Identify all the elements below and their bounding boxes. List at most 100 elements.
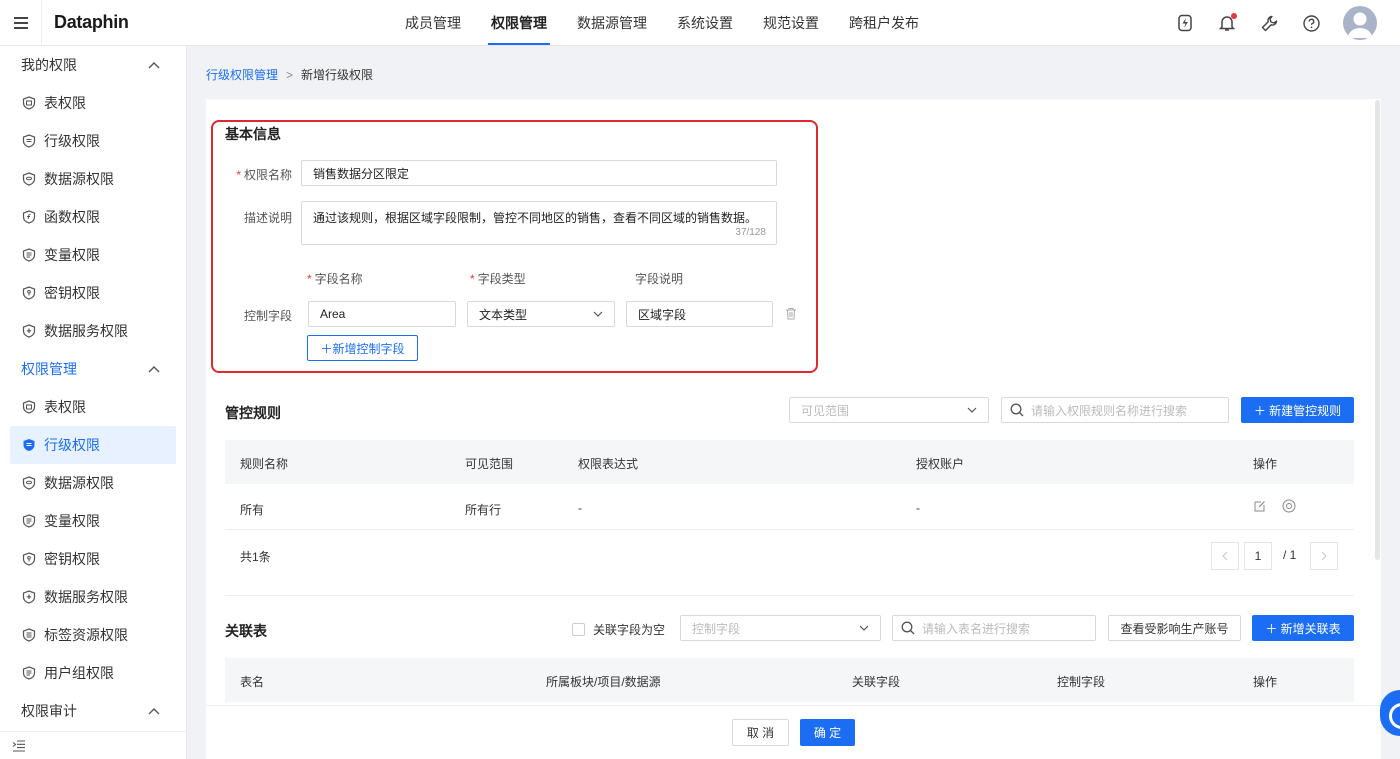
disable-icon[interactable] (1282, 499, 1296, 516)
nav-system-settings[interactable]: 系统设置 (662, 0, 748, 46)
sidebar-item-dataservice-permission[interactable]: 数据服务权限 (10, 578, 176, 616)
shield-icon (22, 248, 36, 262)
lightning-icon[interactable] (1175, 13, 1195, 33)
sidebar-item-key-permission[interactable]: 密钥权限 (10, 540, 176, 578)
sidebar-item-tag-resource-permission[interactable]: 标签资源权限 (10, 616, 176, 654)
shield-icon (22, 172, 36, 186)
sidebar-item-label: 密钥权限 (44, 285, 100, 301)
chevron-up-icon (148, 62, 160, 69)
rule-row-expr: - (578, 501, 582, 515)
checkbox-box[interactable] (572, 623, 585, 636)
sidebar-item-my-datasource-permission[interactable]: 数据源权限 (10, 160, 176, 198)
shield-icon (22, 628, 36, 642)
chevron-up-icon (148, 708, 160, 715)
shield-icon (22, 210, 36, 224)
control-field-placeholder: 控制字段 (692, 621, 741, 636)
add-related-table-button[interactable]: ＋ 新增关联表 (1252, 615, 1354, 641)
related-col-table: 表名 (240, 675, 265, 689)
scope-select[interactable]: 可见范围 (789, 397, 989, 423)
top-icons (1175, 0, 1400, 46)
sidebar-item-my-dataservice-permission[interactable]: 数据服务权限 (10, 312, 176, 350)
sidebar-item-label: 行级权限 (44, 437, 100, 453)
scope-placeholder: 可见范围 (801, 403, 850, 418)
sidebar: 我的权限 表权限 行级权限 数据源权限 函数权限 变量权限 密钥权限 数据服务权… (0, 46, 187, 759)
rule-row-scope: 所有行 (465, 503, 502, 517)
nav-member-management[interactable]: 成员管理 (390, 0, 476, 46)
sidebar-group-permission-management[interactable]: 权限管理 (0, 350, 186, 388)
top-bar: Dataphin 成员管理 权限管理 数据源管理 系统设置 规范设置 跨租户发布 (0, 0, 1400, 46)
rules-table-header (225, 440, 1354, 484)
sidebar-item-label: 函数权限 (44, 209, 100, 225)
chevron-down-icon (859, 625, 869, 631)
shield-icon (22, 476, 36, 490)
user-avatar[interactable] (1343, 6, 1377, 40)
chevron-left-icon (1222, 551, 1228, 561)
help-icon[interactable] (1301, 13, 1321, 33)
shield-icon (22, 438, 36, 452)
sidebar-item-usergroup-permission[interactable]: 用户组权限 (10, 654, 176, 692)
menu-toggle-icon[interactable] (0, 0, 42, 46)
assistant-float-button[interactable] (1380, 690, 1400, 736)
footer-bar (206, 705, 1381, 759)
prev-page-button[interactable] (1211, 542, 1239, 570)
related-table-header (225, 658, 1354, 702)
empty-field-checkbox[interactable]: 关联字段为空 (572, 621, 665, 638)
shield-icon (22, 286, 36, 300)
sidebar-item-label: 用户组权限 (44, 665, 114, 681)
sidebar-item-label: 变量权限 (44, 513, 100, 529)
sidebar-group-permission-audit[interactable]: 权限审计 (0, 692, 186, 730)
breadcrumb-current: 新增行级权限 (301, 68, 374, 82)
notification-dot (1231, 13, 1237, 19)
bell-icon[interactable] (1217, 13, 1237, 33)
sidebar-item-label: 数据源权限 (44, 475, 114, 491)
rules-total: 共1条 (240, 550, 271, 564)
sidebar-item-label: 数据服务权限 (44, 589, 128, 605)
sidebar-item-my-table-permission[interactable]: 表权限 (10, 84, 176, 122)
sidebar-item-my-variable-permission[interactable]: 变量权限 (10, 236, 176, 274)
rules-col-name: 规则名称 (240, 457, 289, 471)
highlight-annotation (211, 120, 818, 373)
breadcrumb-parent[interactable]: 行级权限管理 (206, 68, 278, 82)
sidebar-item-table-permission[interactable]: 表权限 (10, 388, 176, 426)
page-number-input[interactable]: 1 (1244, 542, 1272, 570)
nav-permission-management[interactable]: 权限管理 (476, 0, 562, 46)
divider (225, 595, 1354, 596)
sidebar-item-datasource-permission[interactable]: 数据源权限 (10, 464, 176, 502)
sidebar-group-label: 权限审计 (21, 703, 77, 719)
related-title: 关联表 (225, 623, 267, 639)
confirm-button[interactable]: 确 定 (800, 719, 855, 746)
shield-icon (22, 590, 36, 604)
wrench-icon[interactable] (1259, 13, 1279, 33)
sidebar-item-label: 数据源权限 (44, 171, 114, 187)
related-col-control-field: 控制字段 (1057, 675, 1106, 689)
control-field-select[interactable]: 控制字段 (680, 615, 881, 641)
checkbox-label: 关联字段为空 (593, 623, 666, 637)
view-affected-accounts-button[interactable]: 查看受影响生产账号 (1108, 615, 1241, 641)
next-page-button[interactable] (1310, 542, 1338, 570)
shield-icon (22, 96, 36, 110)
divider (225, 529, 1354, 530)
related-col-block: 所属板块/项目/数据源 (546, 675, 661, 689)
sidebar-item-variable-permission[interactable]: 变量权限 (10, 502, 176, 540)
breadcrumb: 行级权限管理 > 新增行级权限 (206, 66, 373, 83)
sidebar-group-my-permissions[interactable]: 我的权限 (0, 46, 186, 84)
scrollbar[interactable] (1375, 100, 1380, 560)
sidebar-footer (0, 731, 186, 759)
app-logo[interactable]: Dataphin (54, 12, 129, 33)
sidebar-item-my-row-permission[interactable]: 行级权限 (10, 122, 176, 160)
sidebar-item-my-function-permission[interactable]: 函数权限 (10, 198, 176, 236)
nav-cross-tenant-publish[interactable]: 跨租户发布 (834, 0, 934, 46)
sidebar-item-my-key-permission[interactable]: 密钥权限 (10, 274, 176, 312)
edit-icon[interactable] (1254, 500, 1266, 515)
nav-spec-settings[interactable]: 规范设置 (748, 0, 834, 46)
sidebar-item-label: 行级权限 (44, 133, 100, 149)
breadcrumb-separator: > (286, 68, 294, 82)
new-rule-button[interactable]: ＋ 新建管控规则 (1241, 397, 1354, 423)
sidebar-item-row-permission[interactable]: 行级权限 (10, 426, 176, 464)
table-search-input[interactable]: 请输入表名进行搜索 (892, 615, 1096, 641)
shield-icon (22, 324, 36, 338)
rules-search-input[interactable]: 请输入权限规则名称进行搜索 (1001, 397, 1229, 423)
cancel-button[interactable]: 取 消 (732, 719, 789, 746)
nav-datasource-management[interactable]: 数据源管理 (562, 0, 662, 46)
collapse-sidebar-icon[interactable] (12, 740, 26, 752)
